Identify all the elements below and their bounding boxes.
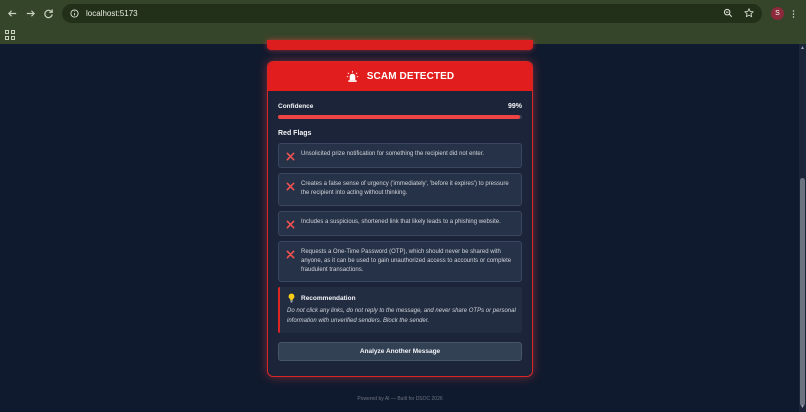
red-flags-title: Red Flags: [278, 130, 312, 137]
confidence-value: 99%: [507, 102, 522, 110]
siren-icon: [346, 70, 359, 82]
confidence-bar-fill: [278, 115, 520, 119]
star-icon[interactable]: [742, 6, 756, 20]
red-flag-item: Includes a suspicious, shortened link th…: [278, 210, 522, 236]
x-icon: [286, 250, 295, 259]
analyze-another-button[interactable]: Analyze Another Message: [278, 342, 522, 362]
footer-text: Powered by AI — Built for DSOC 2026: [357, 396, 443, 402]
recommendation-header: Recommendation: [287, 293, 516, 303]
scroll-up-icon[interactable]: ▲: [800, 46, 805, 51]
info-icon[interactable]: [67, 7, 81, 21]
url-text[interactable]: localhost:5173: [86, 9, 138, 18]
red-flag-item: Creates a false sense of urgency ('immed…: [278, 173, 522, 206]
red-flags-list: Unsolicited prize notification for somet…: [278, 143, 522, 283]
red-flag-text: Creates a false sense of urgency ('immed…: [301, 181, 509, 197]
browser-toolbar: localhost:5173 S: [0, 0, 806, 26]
red-flag-item: Unsolicited prize notification for somet…: [278, 143, 522, 168]
scam-result-card: SCAM DETECTED Confidence 99% Red Flags U…: [267, 61, 533, 377]
confidence-bar: [278, 115, 522, 119]
arrow-left-icon[interactable]: [3, 4, 21, 22]
arrow-right-icon[interactable]: [21, 4, 39, 22]
result-body: Confidence 99% Red Flags Unsolicited pri…: [268, 91, 532, 362]
confidence-row: Confidence 99%: [278, 101, 522, 111]
browser-chrome: localhost:5173 S: [0, 0, 806, 44]
scroll-down-icon[interactable]: ▼: [800, 405, 805, 410]
zoom-icon[interactable]: [721, 6, 735, 20]
page-scrollbar[interactable]: ▲ ▼: [799, 44, 806, 412]
recommendation-title: Recommendation: [301, 294, 356, 302]
x-icon: [286, 220, 295, 229]
confidence-label: Confidence: [278, 102, 314, 110]
scrollbar-thumb[interactable]: [800, 178, 805, 406]
kebab-icon[interactable]: [788, 6, 798, 22]
profile-avatar[interactable]: S: [771, 7, 784, 20]
red-flag-text: Unsolicited prize notification for somet…: [301, 151, 485, 157]
result-header: SCAM DETECTED: [268, 62, 532, 91]
result-title: SCAM DETECTED: [366, 71, 455, 82]
x-icon: [286, 182, 295, 191]
red-flag-item: Requests a One-Time Password (OTP), whic…: [278, 240, 522, 283]
red-flag-text: Includes a suspicious, shortened link th…: [301, 218, 501, 225]
apps-grid-icon[interactable]: [5, 30, 15, 40]
x-icon: [286, 152, 295, 161]
lightbulb-icon: [288, 294, 295, 303]
address-bar[interactable]: localhost:5173: [62, 4, 762, 23]
reload-icon[interactable]: [39, 4, 57, 22]
previous-card-edge: [267, 40, 533, 50]
red-flag-text: Requests a One-Time Password (OTP), whic…: [301, 248, 512, 274]
recommendation-text: Do not click any links, do not reply to …: [287, 308, 516, 324]
recommendation-box: Recommendation Do not click any links, d…: [278, 287, 522, 334]
